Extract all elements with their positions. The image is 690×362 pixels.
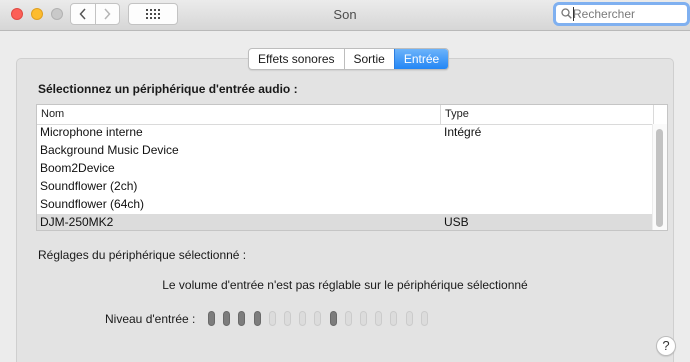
section-heading: Sélectionnez un périphérique d'entrée au… [38, 82, 298, 96]
level-pill [223, 311, 231, 326]
column-header-type[interactable]: Type [445, 108, 469, 120]
device-type: USB [444, 215, 469, 229]
level-pill [360, 311, 367, 326]
input-level-label: Niveau d'entrée : [105, 312, 196, 326]
table-row[interactable]: Soundflower (2ch) [37, 178, 655, 196]
device-settings-label: Réglages du périphérique sélectionné : [38, 248, 247, 262]
level-pill [344, 311, 352, 326]
level-pill [314, 311, 322, 326]
table-row-selected[interactable]: DJM-250MK2 USB [37, 214, 655, 230]
level-pill [405, 311, 413, 326]
tab-output[interactable]: Sortie [343, 49, 394, 69]
device-name: DJM-250MK2 [40, 215, 114, 229]
help-button[interactable]: ? [656, 336, 676, 356]
device-name: Soundflower (64ch) [40, 197, 145, 211]
table-row[interactable]: Soundflower (64ch) [37, 196, 655, 214]
level-pill [208, 311, 215, 326]
device-name: Background Music Device [40, 143, 179, 157]
device-type: Intégré [444, 125, 482, 139]
table-row[interactable]: Boom2Device [37, 160, 655, 178]
level-pill [329, 311, 337, 326]
level-pill [299, 311, 307, 326]
search-input[interactable] [573, 6, 683, 22]
device-name: Microphone interne [40, 125, 143, 139]
column-divider [653, 105, 654, 124]
level-pill [420, 311, 428, 326]
device-name: Boom2Device [40, 161, 115, 175]
table-row[interactable]: Microphone interne Intégré [37, 124, 655, 142]
search-icon [561, 8, 572, 19]
title-bar: Son [0, 0, 690, 31]
table-header: Nom Type [37, 105, 667, 125]
table-row[interactable]: Background Music Device [37, 142, 655, 160]
level-pill [268, 311, 276, 326]
level-pill [253, 311, 261, 326]
device-table: Nom Type Microphone interne Intégré Back… [36, 104, 668, 231]
text-caret [573, 7, 574, 21]
vertical-scrollbar[interactable] [656, 129, 663, 227]
level-pill [284, 311, 291, 326]
column-header-name[interactable]: Nom [41, 108, 64, 120]
column-divider[interactable] [440, 105, 441, 124]
tab-bar: Effets sonores Sortie Entrée [248, 48, 450, 70]
device-name: Soundflower (2ch) [40, 179, 138, 193]
volume-message: Le volume d'entrée n'est pas réglable su… [162, 278, 528, 292]
level-pill [238, 311, 246, 326]
tab-sound-effects[interactable]: Effets sonores [249, 49, 343, 69]
search-field[interactable] [553, 2, 690, 26]
level-pill [390, 311, 398, 326]
tab-input[interactable]: Entrée [393, 49, 449, 69]
level-pill [375, 311, 383, 326]
